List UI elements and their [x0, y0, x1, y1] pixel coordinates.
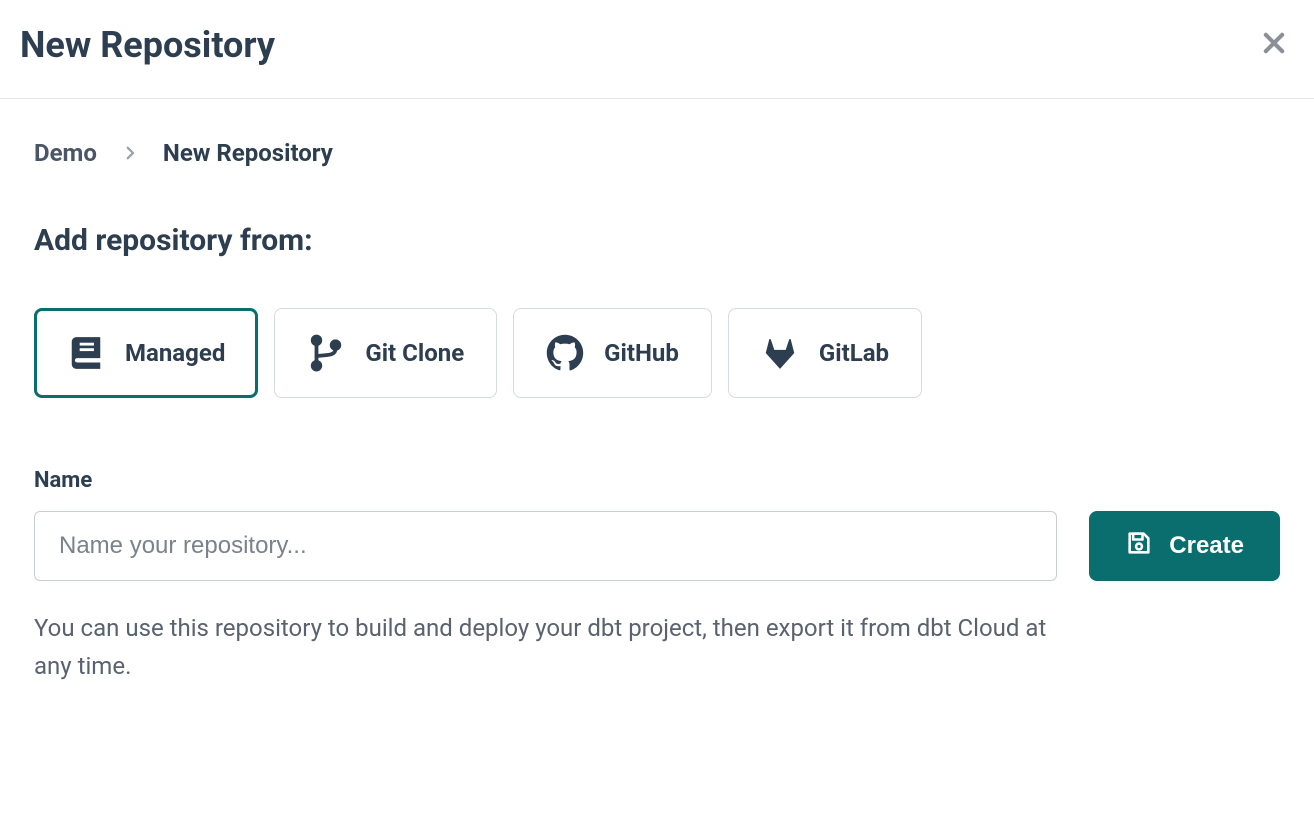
breadcrumb-parent[interactable]: Demo: [34, 139, 97, 167]
source-option-git-clone[interactable]: Git Clone: [274, 308, 497, 398]
source-option-label: Git Clone: [365, 339, 464, 367]
breadcrumb: Demo New Repository: [34, 139, 1280, 167]
breadcrumb-current: New Repository: [163, 139, 333, 167]
close-button[interactable]: [1254, 25, 1294, 65]
chevron-right-icon: [121, 144, 139, 162]
source-option-label: GitHub: [604, 339, 679, 367]
gitlab-icon: [761, 334, 799, 372]
name-label: Name: [34, 468, 1280, 493]
git-branch-icon: [307, 334, 345, 372]
repository-name-input[interactable]: [34, 511, 1057, 581]
github-icon: [546, 334, 584, 372]
section-heading: Add repository from:: [34, 223, 1280, 258]
source-option-managed[interactable]: Managed: [34, 308, 258, 398]
help-text: You can use this repository to build and…: [34, 609, 1074, 686]
book-icon: [67, 334, 105, 372]
create-button[interactable]: Create: [1089, 511, 1280, 581]
source-option-github[interactable]: GitHub: [513, 308, 712, 398]
create-button-label: Create: [1169, 532, 1244, 560]
source-options: Managed Git Clone GitHub: [34, 308, 1280, 398]
source-option-label: GitLab: [819, 339, 889, 367]
page-title: New Repository: [20, 24, 275, 66]
save-icon: [1125, 529, 1153, 564]
source-option-gitlab[interactable]: GitLab: [728, 308, 922, 398]
close-icon: [1260, 29, 1288, 61]
source-option-label: Managed: [125, 339, 225, 367]
